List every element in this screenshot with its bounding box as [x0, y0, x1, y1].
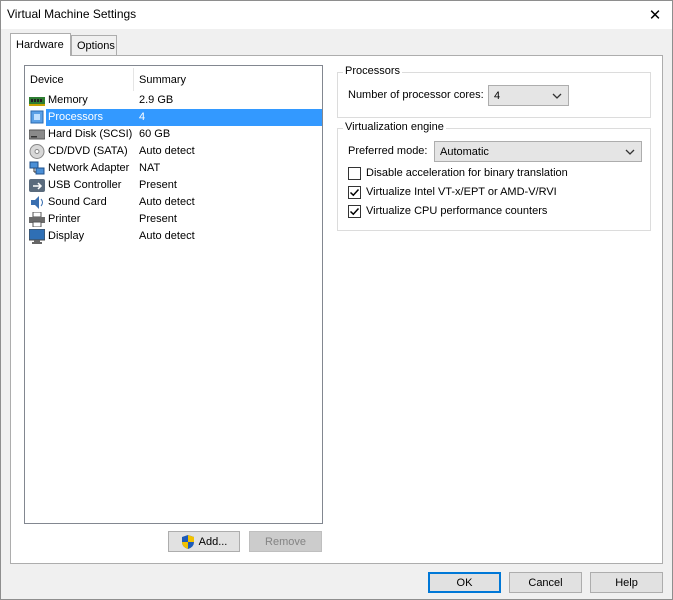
disable-acceleration-checkbox[interactable] — [348, 167, 361, 180]
checkmark-icon — [349, 207, 360, 216]
add-button[interactable]: Add... — [168, 531, 240, 552]
tab-options[interactable]: Options — [71, 35, 117, 56]
close-icon: ✕ — [648, 7, 662, 24]
network-adapter-icon — [29, 161, 45, 175]
ok-button[interactable]: OK — [428, 572, 501, 593]
printer-icon — [29, 212, 45, 227]
remove-button[interactable]: Remove — [249, 531, 322, 552]
close-button[interactable]: ✕ — [638, 1, 672, 29]
cancel-button[interactable]: Cancel — [509, 572, 582, 593]
virtualize-vtx-checkbox[interactable] — [348, 186, 361, 199]
device-summary: Auto detect — [139, 196, 195, 208]
preferred-mode-label: Preferred mode: — [348, 145, 428, 157]
virtualize-vtx-label: Virtualize Intel VT-x/EPT or AMD-V/RVI — [366, 186, 557, 198]
window-title: Virtual Machine Settings — [7, 7, 137, 21]
device-row-processors[interactable]: Processors 4 — [25, 109, 322, 126]
add-button-label: Add... — [198, 535, 228, 548]
chevron-down-icon — [552, 93, 562, 99]
device-name: Memory — [48, 94, 88, 106]
device-name: USB Controller — [48, 179, 122, 191]
column-header-summary[interactable]: Summary — [134, 66, 322, 93]
device-summary: Auto detect — [139, 230, 195, 242]
device-name: Sound Card — [48, 196, 107, 208]
device-row-hard-disk[interactable]: Hard Disk (SCSI) 60 GB — [25, 126, 322, 143]
vm-settings-window: Virtual Machine Settings ✕ Hardware Opti… — [0, 0, 673, 600]
device-row-printer[interactable]: Printer Present — [25, 211, 322, 228]
processor-cores-select[interactable]: 4 — [488, 85, 569, 106]
device-summary: 60 GB — [139, 128, 171, 140]
virtualize-cpu-counters-label: Virtualize CPU performance counters — [366, 205, 548, 217]
device-summary: 4 — [139, 111, 146, 123]
cores-value: 4 — [494, 89, 501, 102]
column-header-device[interactable]: Device — [25, 66, 133, 93]
device-summary: Present — [139, 213, 177, 225]
title-bar[interactable]: Virtual Machine Settings ✕ — [1, 1, 672, 29]
hardware-tab-panel: Device Summary Memory 2.9 GB Processors … — [10, 55, 663, 564]
device-summary: Present — [139, 179, 177, 191]
tab-label: Hardware — [16, 39, 64, 51]
device-name: Printer — [48, 213, 81, 225]
virtualization-group-label: Virtualization engine — [343, 121, 446, 133]
device-name: Display — [48, 230, 85, 242]
chevron-down-icon — [625, 149, 635, 155]
memory-icon — [29, 97, 45, 106]
device-row-usb-controller[interactable]: USB Controller Present — [25, 177, 322, 194]
device-row-display[interactable]: Display Auto detect — [25, 228, 322, 245]
shield-icon — [181, 534, 194, 549]
remove-button-label: Remove — [265, 535, 306, 548]
usb-icon — [29, 179, 45, 192]
device-summary: 2.9 GB — [139, 94, 174, 106]
column-header-label: Device — [30, 73, 64, 86]
device-list[interactable]: Device Summary Memory 2.9 GB Processors … — [24, 65, 323, 524]
device-row-cd-dvd[interactable]: CD/DVD (SATA) Auto detect — [25, 143, 322, 160]
device-name: Processors — [47, 109, 105, 126]
preferred-mode-select[interactable]: Automatic — [434, 141, 642, 162]
device-name: CD/DVD (SATA) — [48, 145, 128, 157]
ok-button-label: OK — [456, 576, 473, 589]
virtualization-engine-group: Virtualization engine Preferred mode: Au… — [337, 121, 651, 231]
column-header-label: Summary — [139, 73, 187, 86]
device-name: Hard Disk (SCSI) — [48, 128, 133, 140]
preferred-mode-value: Automatic — [440, 145, 489, 158]
help-button-label: Help — [615, 576, 638, 589]
device-row-sound-card[interactable]: Sound Card Auto detect — [25, 194, 322, 211]
device-name: Network Adapter — [48, 162, 130, 174]
help-button[interactable]: Help — [590, 572, 663, 593]
cd-dvd-icon — [29, 144, 45, 159]
device-row-network-adapter[interactable]: Network Adapter NAT — [25, 160, 322, 177]
processors-group: Processors Number of processor cores: 4 — [337, 65, 651, 118]
display-icon — [29, 229, 45, 244]
processors-group-label: Processors — [343, 65, 403, 77]
device-row-memory[interactable]: Memory 2.9 GB — [25, 92, 322, 109]
cores-label: Number of processor cores: — [348, 89, 484, 101]
cancel-button-label: Cancel — [528, 576, 563, 589]
disable-acceleration-label: Disable acceleration for binary translat… — [366, 167, 568, 179]
tab-label: Options — [77, 40, 115, 52]
sound-card-icon — [31, 196, 43, 209]
tab-hardware[interactable]: Hardware — [10, 33, 71, 56]
device-summary: Auto detect — [139, 145, 195, 157]
checkmark-icon — [349, 188, 360, 197]
processor-icon — [30, 110, 44, 124]
hard-disk-icon — [29, 129, 45, 140]
virtualize-cpu-counters-checkbox[interactable] — [348, 205, 361, 218]
device-summary: NAT — [139, 162, 161, 174]
